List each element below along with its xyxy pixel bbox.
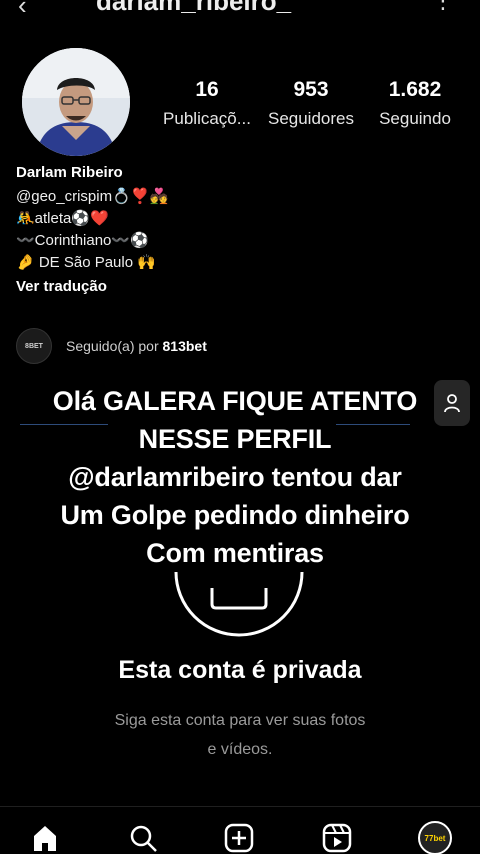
search-icon [130,825,157,852]
bio-line: 🤼atleta⚽❤️ [16,210,109,227]
followed-by-text: Seguido(a) por 813bet [66,338,207,354]
tab-new-post[interactable] [222,821,256,854]
see-translation-link[interactable]: Ver tradução [16,278,316,295]
private-subtitle-line: e vídeos. [207,741,273,758]
overlay-line: Olá GALERA FIQUE ATENTO [52,386,418,416]
bottom-nav: 77bet [0,806,480,854]
overlay-line: NESSE PERFIL [138,424,332,454]
private-account-subtitle: Siga esta conta para ver suas fotos e ví… [0,706,480,764]
tab-reels[interactable] [320,821,354,854]
private-account-title: Esta conta é privada [118,656,362,684]
bio-line: 〰️Corinthiano〰️⚽ [16,232,149,249]
posts-count-value: 16 [195,78,219,101]
bio-line: 🤌 DE São Paulo 🙌 [16,254,156,271]
following-count[interactable]: 1.682 Seguindo [372,78,458,129]
bio-line: @geo_crispim💍❣️💑 [16,188,169,205]
home-icon [34,826,56,851]
followers-count-value: 953 [293,78,329,101]
profile-name: Darlam Ribeiro [16,164,123,181]
followers-count[interactable]: 953 Seguidores [262,78,360,129]
followed-by-prefix: Seguido(a) por [66,338,163,354]
profile-photo [22,48,130,156]
following-count-value: 1.682 [388,78,442,101]
profile-bio: Darlam Ribeiro @geo_crispim💍❣️💑 🤼atleta⚽… [16,164,316,295]
more-options-icon[interactable]: ⋮ [432,0,454,14]
posts-count-label: Publicaçõ... [163,109,251,128]
top-bar: ‹ darlam_ribeiro_ ⋮ [0,0,480,21]
private-subtitle-line: Siga esta conta para ver suas fotos [114,712,366,729]
lock-icon [174,571,304,637]
tab-home[interactable] [28,821,62,854]
tab-profile[interactable]: 77bet [418,821,452,854]
profile-avatar[interactable] [22,48,130,156]
followed-by-row[interactable]: 8BET Seguido(a) por 813bet [16,328,207,364]
profile-username: darlam_ribeiro_ [96,0,292,16]
follower-avatar: 8BET [16,328,52,364]
followed-by-account: 813bet [162,338,207,354]
tab-search[interactable] [126,821,160,854]
following-count-label: Seguindo [379,109,451,128]
followers-count-label: Seguidores [267,109,354,128]
back-arrow-icon[interactable]: ‹ [18,0,27,21]
new-post-icon [224,823,254,853]
posts-count: 16 Publicaçõ... [158,78,256,129]
reels-icon [322,823,352,853]
